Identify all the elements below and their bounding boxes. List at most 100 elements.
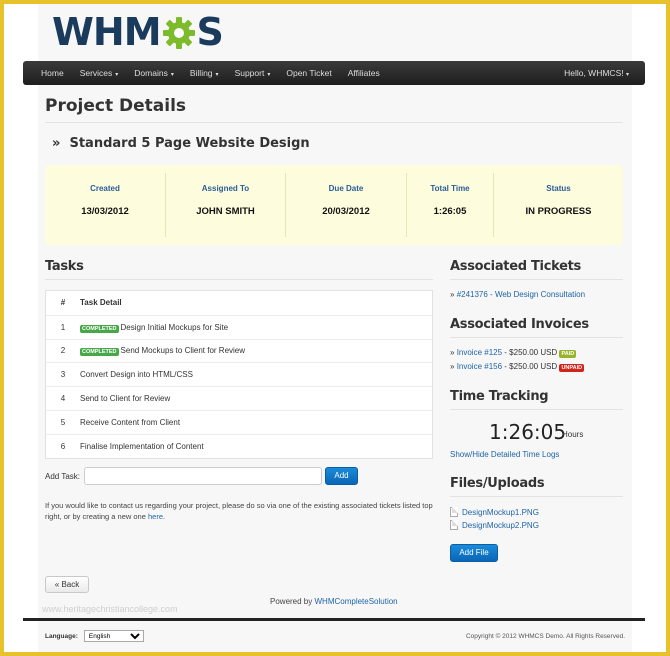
invoice-item: » Invoice #125 - $250.00 USD PAID [450, 348, 577, 358]
invoices-heading: Associated Invoices [450, 317, 589, 332]
nav-services[interactable]: Services ▾ [72, 68, 127, 78]
summary-value: IN PROGRESS [525, 206, 592, 217]
status-badge: UNPAID [559, 364, 585, 372]
whmcs-logo[interactable]: WHM S [52, 10, 224, 54]
file-item: DesignMockup1.PNG [450, 507, 539, 517]
file-link[interactable]: DesignMockup1.PNG [462, 508, 539, 517]
gear-icon [162, 15, 196, 49]
summary-label: Due Date [328, 184, 364, 193]
nav-affiliates-label: Affiliates [347, 68, 380, 78]
summary-total-time: Total Time 1:26:05 [407, 173, 494, 237]
chevron-right-icon: » [52, 136, 61, 151]
powered-link[interactable]: WHMCompleteSolution [314, 597, 397, 606]
logo-text-right: S [196, 10, 224, 54]
copyright: Copyright © 2012 WHMCS Demo. All Rights … [465, 632, 625, 640]
completed-badge: COMPLETED [80, 348, 119, 357]
task-num: 1 [60, 322, 66, 332]
nav-domains[interactable]: Domains ▾ [126, 68, 182, 78]
task-num: 4 [60, 394, 66, 404]
col-detail-header: Task Detail [80, 298, 122, 308]
summary-value: 13/03/2012 [81, 206, 129, 217]
task-text: Design Initial Mockups for Site [120, 322, 229, 332]
language-select[interactable]: English [83, 630, 144, 642]
chevron-right-icon: » [450, 348, 455, 357]
task-text: Finalise Implementation of Content [80, 441, 204, 451]
summary-due-date: Due Date 20/03/2012 [286, 173, 407, 237]
add-task-input[interactable] [83, 467, 322, 485]
invoice-link[interactable]: Invoice #156 [457, 362, 502, 371]
add-file-button[interactable]: Add File [450, 544, 498, 562]
file-link[interactable]: DesignMockup2.PNG [462, 521, 539, 530]
watermark: www.heritagechristiancollege.com [42, 604, 178, 614]
footer: Language: English Copyright © 2012 WHMCS… [45, 630, 625, 642]
invoice-link[interactable]: Invoice #125 [457, 348, 502, 357]
task-text: Convert Design into HTML/CSS [80, 370, 193, 380]
nav-home-label: Home [41, 68, 64, 78]
col-num-header: # [60, 298, 66, 308]
add-task-label: Add Task: [45, 471, 80, 481]
completed-badge: COMPLETED [80, 324, 119, 333]
table-row: 2 COMPLETED Send Mockups to Client for Re… [46, 338, 432, 363]
tickets-heading: Associated Tickets [450, 259, 581, 274]
tasks-heading: Tasks [45, 259, 84, 274]
file-icon [450, 520, 458, 530]
logo-text-left: WHM [52, 10, 162, 54]
table-row: 5 Receive Content from Client [46, 409, 432, 434]
project-name: Standard 5 Page Website Design [69, 136, 310, 151]
invoice-amount: - $250.00 USD [502, 362, 560, 371]
file-icon [450, 507, 458, 517]
page-title: Project Details [45, 96, 187, 116]
task-num: 3 [60, 370, 66, 380]
footer-bar [23, 618, 645, 621]
contact-note: If you would like to contact us regardin… [45, 500, 437, 522]
nav-support[interactable]: Support ▾ [227, 68, 279, 78]
chevron-right-icon: » [450, 362, 455, 371]
powered-by: Powered by WHMCompleteSolution [270, 597, 398, 606]
divider [45, 122, 623, 123]
summary-value: 1:26:05 [433, 206, 467, 217]
file-item: DesignMockup2.PNG [450, 520, 539, 530]
table-row: 4 Send to Client for Review [46, 386, 432, 410]
time-total: 1:26:05 [489, 420, 567, 444]
divider [450, 496, 623, 497]
user-menu[interactable]: Hello, WHMCS! ▾ [564, 68, 629, 78]
table-row: 3 Convert Design into HTML/CSS [46, 362, 432, 386]
table-header: # Task Detail [46, 291, 432, 315]
nav-support-label: Support [234, 68, 265, 78]
tasks-table: # Task Detail 1 COMPLETED Design Initial … [45, 290, 433, 459]
time-unit: Hours [562, 430, 584, 439]
chevron-down-icon: ▾ [215, 72, 219, 78]
task-num: 5 [60, 417, 66, 427]
nav-billing[interactable]: Billing ▾ [182, 68, 227, 78]
contact-link[interactable]: here [148, 512, 163, 521]
chevron-down-icon: ▾ [115, 72, 119, 78]
invoice-item: » Invoice #156 - $250.00 USD UNPAID [450, 362, 585, 372]
time-tracking-heading: Time Tracking [450, 389, 549, 404]
nav-affiliates[interactable]: Affiliates [340, 68, 388, 78]
nav-open-ticket-label: Open Ticket [286, 68, 332, 78]
project-summary: Created 13/03/2012 Assigned To JOHN SMIT… [45, 165, 623, 245]
contact-text: If you would like to contact us regardin… [45, 501, 433, 521]
project-title: » Standard 5 Page Website Design [52, 136, 310, 151]
nav-home[interactable]: Home [33, 68, 72, 78]
task-text: Send to Client for Review [80, 394, 171, 404]
time-log-toggle[interactable]: Show/Hide Detailed Time Logs [450, 450, 559, 459]
chevron-down-icon: ▾ [625, 72, 629, 78]
powered-text: Powered by [270, 597, 313, 606]
divider [450, 337, 623, 338]
chevron-right-icon: » [450, 290, 455, 299]
nav-services-label: Services [79, 68, 113, 78]
divider [450, 409, 623, 410]
chevron-down-icon: ▾ [267, 72, 271, 78]
user-greeting: Hello, WHMCS! [564, 68, 624, 78]
ticket-link[interactable]: #241376 - Web Design Consultation [457, 290, 585, 299]
nav-open-ticket[interactable]: Open Ticket [278, 68, 339, 78]
nav-billing-label: Billing [189, 68, 213, 78]
summary-label: Assigned To [201, 184, 250, 193]
back-button[interactable]: « Back [45, 576, 89, 593]
contact-end: . [163, 512, 166, 521]
summary-value: 20/03/2012 [322, 206, 370, 217]
status-badge: PAID [559, 350, 577, 358]
add-task-button[interactable]: Add [324, 467, 358, 485]
language-label: Language: [45, 632, 78, 640]
